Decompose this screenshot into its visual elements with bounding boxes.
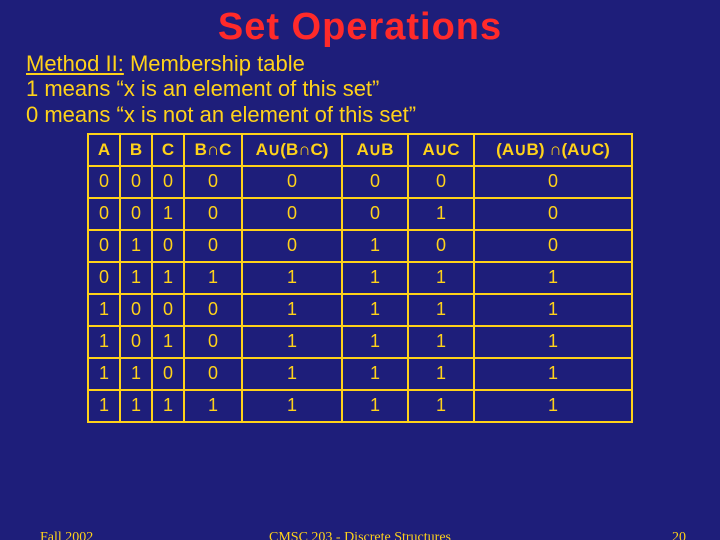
table-cell: 0 bbox=[88, 262, 120, 294]
table-cell: 1 bbox=[408, 358, 474, 390]
table-cell: 1 bbox=[120, 230, 152, 262]
table-cell: 1 bbox=[408, 198, 474, 230]
page-title: Set Operations bbox=[0, 0, 720, 49]
table-cell: 0 bbox=[184, 198, 242, 230]
table-cell: 0 bbox=[120, 198, 152, 230]
table-cell: 1 bbox=[408, 262, 474, 294]
table-row: 10001111 bbox=[88, 294, 632, 326]
table-cell: 1 bbox=[88, 390, 120, 422]
table-cell: 1 bbox=[242, 390, 342, 422]
footer-right: 20 bbox=[672, 530, 686, 540]
table-cell: 1 bbox=[342, 390, 408, 422]
table-cell: 1 bbox=[88, 294, 120, 326]
table-cell: 0 bbox=[184, 326, 242, 358]
col-header: A bbox=[88, 134, 120, 166]
table-cell: 0 bbox=[184, 230, 242, 262]
table-cell: 1 bbox=[342, 294, 408, 326]
table-cell: 1 bbox=[88, 326, 120, 358]
table-cell: 1 bbox=[242, 262, 342, 294]
table-row: 11001111 bbox=[88, 358, 632, 390]
table-cell: 0 bbox=[88, 230, 120, 262]
table-cell: 1 bbox=[342, 326, 408, 358]
table-row: 01000100 bbox=[88, 230, 632, 262]
content-text: Method II: Membership table 1 means “x i… bbox=[0, 49, 720, 127]
table-cell: 1 bbox=[342, 230, 408, 262]
desc-line-1: 1 means “x is an element of this set” bbox=[26, 76, 379, 101]
table-cell: 0 bbox=[152, 294, 184, 326]
table-cell: 1 bbox=[474, 294, 632, 326]
table-cell: 0 bbox=[152, 166, 184, 198]
table-cell: 1 bbox=[88, 358, 120, 390]
method-label: Method II: bbox=[26, 51, 124, 76]
table-cell: 0 bbox=[88, 198, 120, 230]
subtitle-rest: Membership table bbox=[124, 51, 305, 76]
table-cell: 0 bbox=[474, 166, 632, 198]
col-header: B∩C bbox=[184, 134, 242, 166]
table-cell: 0 bbox=[242, 230, 342, 262]
col-header: A∪C bbox=[408, 134, 474, 166]
table-row: 00100010 bbox=[88, 198, 632, 230]
table-cell: 1 bbox=[342, 262, 408, 294]
table-cell: 0 bbox=[184, 166, 242, 198]
col-header: (A∪B) ∩(A∪C) bbox=[474, 134, 632, 166]
table-cell: 0 bbox=[408, 166, 474, 198]
table-cell: 1 bbox=[120, 390, 152, 422]
table-cell: 1 bbox=[474, 262, 632, 294]
table-cell: 1 bbox=[152, 262, 184, 294]
table-cell: 1 bbox=[120, 262, 152, 294]
table-row: 11111111 bbox=[88, 390, 632, 422]
membership-table: A B C B∩C A∪(B∩C) A∪B A∪C (A∪B) ∩(A∪C) 0… bbox=[87, 133, 633, 423]
table-cell: 0 bbox=[474, 230, 632, 262]
table-cell: 1 bbox=[152, 390, 184, 422]
col-header: A∪B bbox=[342, 134, 408, 166]
table-cell: 1 bbox=[408, 390, 474, 422]
table-row: 01111111 bbox=[88, 262, 632, 294]
table-cell: 0 bbox=[242, 166, 342, 198]
table-cell: 0 bbox=[184, 294, 242, 326]
slide: Set Operations Method II: Membership tab… bbox=[0, 0, 720, 540]
table-cell: 0 bbox=[408, 230, 474, 262]
table-cell: 1 bbox=[342, 358, 408, 390]
table-cell: 1 bbox=[242, 294, 342, 326]
table-header-row: A B C B∩C A∪(B∩C) A∪B A∪C (A∪B) ∩(A∪C) bbox=[88, 134, 632, 166]
table-body: 0000000000100010010001000111111110001111… bbox=[88, 166, 632, 422]
table-cell: 0 bbox=[342, 198, 408, 230]
table-cell: 0 bbox=[120, 326, 152, 358]
col-header: C bbox=[152, 134, 184, 166]
table-cell: 0 bbox=[120, 166, 152, 198]
table-cell: 1 bbox=[152, 198, 184, 230]
table-cell: 1 bbox=[474, 390, 632, 422]
col-header: A∪(B∩C) bbox=[242, 134, 342, 166]
table-cell: 0 bbox=[152, 230, 184, 262]
table-cell: 1 bbox=[184, 390, 242, 422]
table-cell: 0 bbox=[474, 198, 632, 230]
table-cell: 1 bbox=[408, 294, 474, 326]
table-cell: 1 bbox=[474, 326, 632, 358]
table-cell: 1 bbox=[120, 358, 152, 390]
desc-line-2: 0 means “x is not an element of this set… bbox=[26, 102, 416, 127]
table-cell: 0 bbox=[152, 358, 184, 390]
table-row: 00000000 bbox=[88, 166, 632, 198]
table-cell: 0 bbox=[184, 358, 242, 390]
table-cell: 0 bbox=[88, 166, 120, 198]
footer-center: CMSC 203 - Discrete Structures bbox=[0, 530, 720, 540]
table-cell: 0 bbox=[342, 166, 408, 198]
table-cell: 1 bbox=[474, 358, 632, 390]
table-row: 10101111 bbox=[88, 326, 632, 358]
table-cell: 1 bbox=[184, 262, 242, 294]
table-cell: 1 bbox=[242, 326, 342, 358]
table-cell: 1 bbox=[242, 358, 342, 390]
table-cell: 1 bbox=[408, 326, 474, 358]
table-cell: 0 bbox=[120, 294, 152, 326]
table-cell: 0 bbox=[242, 198, 342, 230]
table-cell: 1 bbox=[152, 326, 184, 358]
col-header: B bbox=[120, 134, 152, 166]
